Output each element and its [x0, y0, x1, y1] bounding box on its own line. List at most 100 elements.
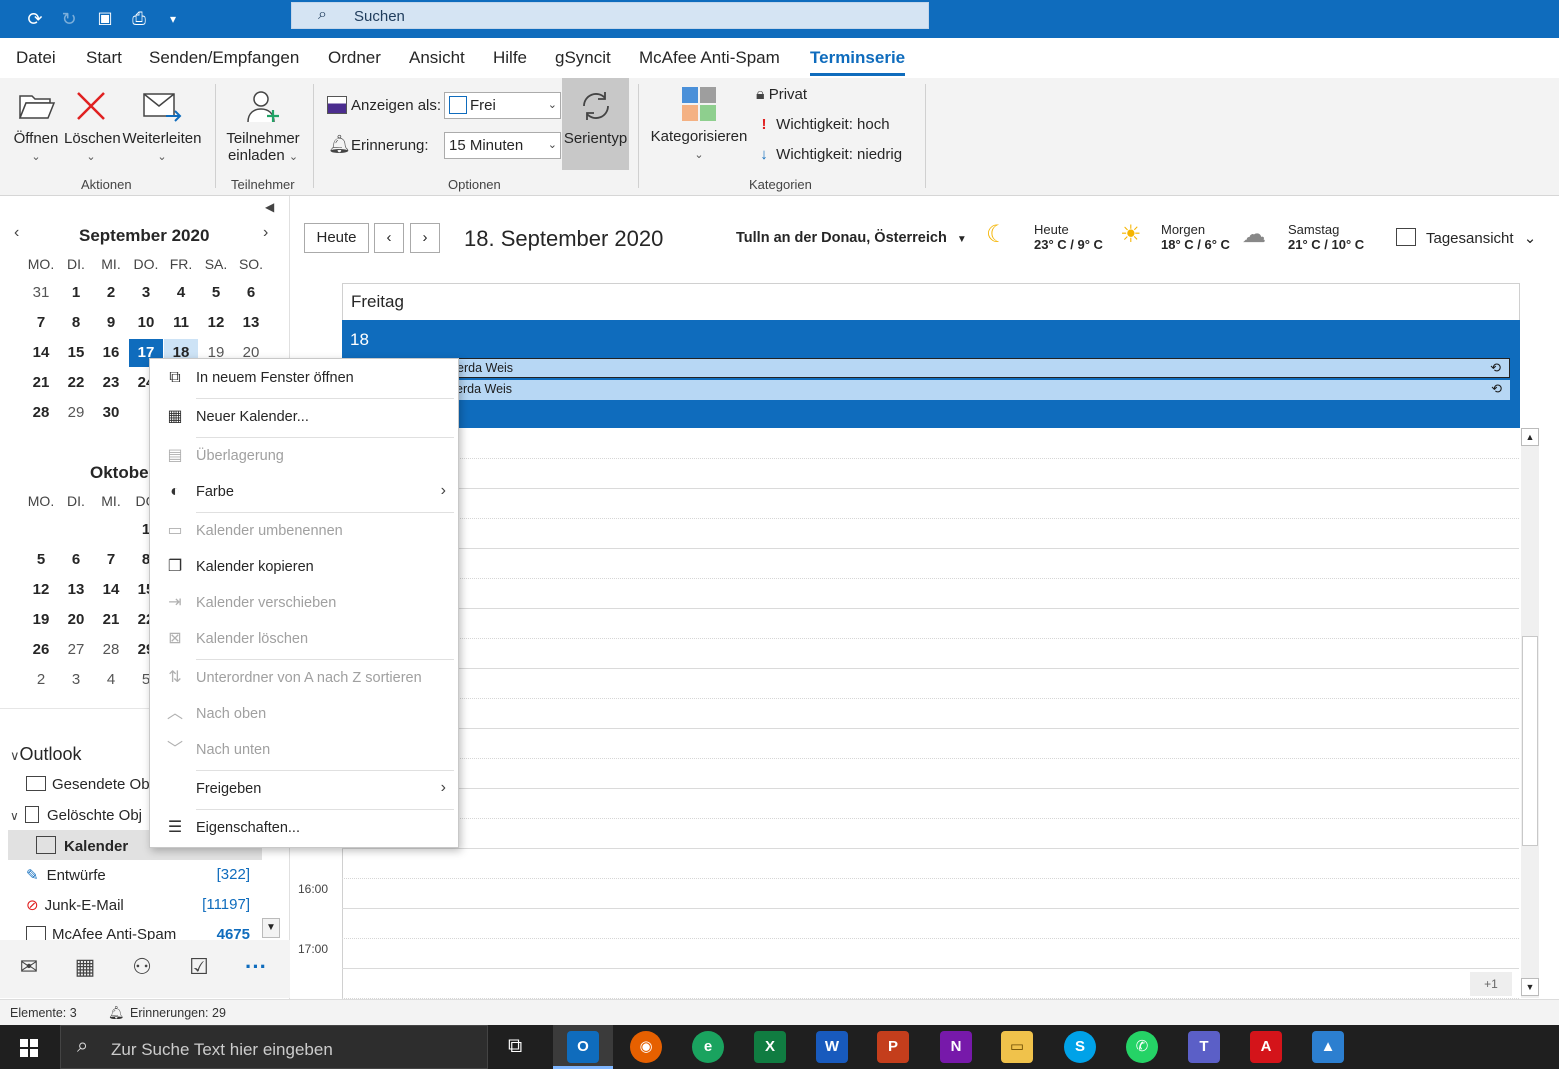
invite-attendees-button[interactable]: Teilnehmer einladen ⌄ — [224, 86, 302, 164]
folder-item-drafts[interactable]: ✎ Entwürfe — [26, 866, 106, 884]
menu-item-nach-oben[interactable]: ︿ Nach oben — [150, 697, 458, 731]
skype-icon[interactable]: S — [1064, 1031, 1096, 1063]
calendar-day[interactable]: 9 — [94, 309, 128, 337]
word-icon[interactable]: W — [816, 1031, 848, 1063]
tab-senden-empfangen[interactable]: Senden/Empfangen — [149, 48, 299, 68]
all-day-area[interactable]: 18 erda Weis ⟲ erda Weis ⟲ — [342, 320, 1520, 428]
calendar-day[interactable]: 2 — [94, 279, 128, 307]
calendar-day[interactable]: 19 — [24, 606, 58, 634]
calendar-day[interactable]: 15 — [59, 339, 93, 367]
photos-icon[interactable]: ▲ — [1312, 1031, 1344, 1063]
windows-start-icon[interactable] — [20, 1039, 38, 1057]
calendar-day[interactable]: 30 — [94, 399, 128, 427]
customize-icon[interactable]: ▾ — [160, 6, 186, 32]
calendar-day[interactable]: 12 — [199, 309, 233, 337]
private-button[interactable]: 🔒︎ Privat — [756, 86, 807, 104]
file-explorer-icon[interactable]: ▭ — [1001, 1031, 1033, 1063]
acrobat-icon[interactable]: A — [1250, 1031, 1282, 1063]
importance-high-button[interactable]: ! Wichtigkeit: hoch — [756, 116, 890, 133]
folder-item-junk[interactable]: ⊘ Junk-E-Mail — [26, 896, 124, 914]
print-icon[interactable]: ⎙ — [126, 6, 152, 32]
calendar-day[interactable]: 7 — [24, 309, 58, 337]
prev-day-button[interactable]: ‹ — [374, 223, 404, 253]
calendar-day[interactable]: 22 — [59, 369, 93, 397]
event-item[interactable]: erda Weis ⟲ — [342, 358, 1510, 378]
calendar-day[interactable]: 4 — [164, 279, 198, 307]
outlook-icon[interactable]: O — [567, 1031, 599, 1063]
menu-item-kalender-löschen[interactable]: ⊠ Kalender löschen — [150, 622, 458, 656]
tasks-icon[interactable]: ☑ — [184, 954, 214, 980]
tab-hilfe[interactable]: Hilfe — [493, 48, 527, 68]
calendar-day[interactable]: 11 — [164, 309, 198, 337]
teams-icon[interactable]: T — [1188, 1031, 1220, 1063]
menu-item-kalender-verschieben[interactable]: ⇥ Kalender verschieben — [150, 586, 458, 620]
folder-item-deleted[interactable]: ∨ Gelöschte Obj — [10, 806, 142, 824]
importance-low-button[interactable]: ↓ Wichtigkeit: niedrig — [756, 146, 902, 163]
menu-item-farbe[interactable]: ◐ Farbe › — [150, 475, 458, 509]
menu-item-eigenschaften[interactable]: ☰ Eigenschaften... — [150, 811, 458, 845]
calendar-day[interactable]: 21 — [24, 369, 58, 397]
scroll-down-icon[interactable]: ▼ — [1521, 978, 1539, 996]
today-button[interactable]: Heute — [304, 223, 369, 253]
tab-mcafee[interactable]: McAfee Anti-Spam — [639, 48, 780, 68]
calendar-day[interactable]: 23 — [94, 369, 128, 397]
delete-button[interactable]: Löschen ⌄ — [64, 86, 121, 164]
redo-icon[interactable]: ↻ — [56, 6, 82, 32]
menu-item-nach-unten[interactable]: ﹀ Nach unten — [150, 733, 458, 767]
calendar-day[interactable]: 28 — [94, 636, 128, 664]
folder-item-sent[interactable]: Gesendete Obj — [26, 776, 153, 793]
tab-ordner[interactable]: Ordner — [328, 48, 381, 68]
calendar-day[interactable]: 12 — [24, 576, 58, 604]
excel-icon[interactable]: X — [754, 1031, 786, 1063]
calendar-day[interactable]: 7 — [94, 546, 128, 574]
people-icon[interactable]: ⚇ — [127, 954, 157, 980]
calendar-day[interactable]: 26 — [24, 636, 58, 664]
calendar-day[interactable]: 1 — [59, 279, 93, 307]
calendar-day[interactable]: 21 — [94, 606, 128, 634]
status-reminders[interactable]: Erinnerungen: 29 — [130, 1006, 226, 1020]
calendar-day[interactable]: 13 — [59, 576, 93, 604]
calendar-day[interactable]: 29 — [59, 399, 93, 427]
more-icon[interactable]: ··· — [241, 954, 271, 980]
calendar-day[interactable]: 16 — [94, 339, 128, 367]
calendar-day[interactable]: 28 — [24, 399, 58, 427]
scrollbar[interactable]: ▲ ▼ — [1521, 428, 1539, 998]
menu-item-überlagerung[interactable]: ▤ Überlagerung — [150, 439, 458, 473]
calendar-day[interactable]: 6 — [234, 279, 268, 307]
sync-icon[interactable]: ⟳ — [22, 6, 48, 32]
menu-item-kalender-umbenennen[interactable]: ▭ Kalender umbenennen — [150, 514, 458, 548]
show-as-select[interactable]: Frei ⌄ — [444, 92, 561, 119]
save-icon[interactable]: ▣ — [92, 6, 118, 32]
next-day-button[interactable]: › — [410, 223, 440, 253]
menu-item-neuer-kalender[interactable]: ▦ Neuer Kalender... — [150, 400, 458, 434]
edge-icon[interactable]: e — [692, 1031, 724, 1063]
location-selector[interactable]: Tulln an der Donau, Österreich ▼ — [736, 230, 967, 246]
whatsapp-icon[interactable]: ✆ — [1126, 1031, 1158, 1063]
onenote-icon[interactable]: N — [940, 1031, 972, 1063]
scroll-down-button[interactable]: ▼ — [262, 918, 280, 938]
forward-button[interactable]: Weiterleiten ⌄ — [122, 86, 202, 164]
calendar-day[interactable]: 3 — [59, 666, 93, 694]
menu-item-in-neuem-fenster-öffnen[interactable]: ⧉ In neuem Fenster öffnen — [150, 361, 458, 395]
calendar-day[interactable]: 13 — [234, 309, 268, 337]
folder-root-outlook[interactable]: ∨Outlook — [10, 744, 82, 765]
tab-start[interactable]: Start — [86, 48, 122, 68]
calendar-day[interactable]: 14 — [24, 339, 58, 367]
menu-item-unterordner-von-a-nach-z-sortieren[interactable]: ⇅ Unterordner von A nach Z sortieren — [150, 661, 458, 695]
calendar-day[interactable]: 8 — [59, 309, 93, 337]
time-grid[interactable] — [342, 428, 1520, 998]
scroll-up-icon[interactable]: ▲ — [1521, 428, 1539, 446]
collapse-pane-icon[interactable]: ◀ — [265, 200, 274, 214]
tab-datei[interactable]: Datei — [16, 48, 56, 68]
calendar-day[interactable]: 14 — [94, 576, 128, 604]
menu-item-freigeben[interactable]: Freigeben › — [150, 772, 458, 806]
reminder-select[interactable]: 15 Minuten ⌄ — [444, 132, 561, 159]
tab-terminserie[interactable]: Terminserie — [810, 48, 906, 76]
firefox-icon[interactable]: ◉ — [630, 1031, 662, 1063]
view-selector[interactable]: Tagesansicht ⌄ — [1396, 228, 1536, 247]
more-events-indicator[interactable]: +1 — [1470, 972, 1512, 996]
taskbar-search[interactable]: ⌕ Zur Suche Text hier eingeben — [60, 1025, 488, 1069]
categorize-button[interactable]: Kategorisieren ⌄ — [650, 84, 748, 162]
prev-month-icon[interactable]: ‹ — [14, 224, 19, 242]
calendar-day[interactable]: 5 — [24, 546, 58, 574]
